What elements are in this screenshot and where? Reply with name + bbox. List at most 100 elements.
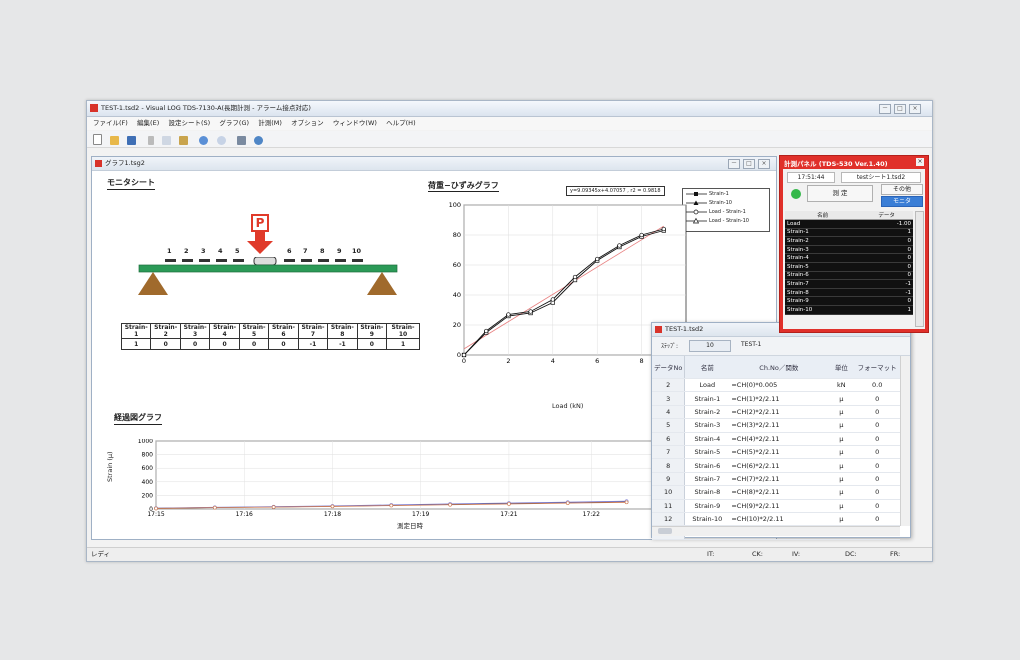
name-cell[interactable]: Strain-9 — [684, 499, 730, 513]
data-no-cell[interactable]: 4 — [652, 405, 686, 420]
menu-help[interactable]: ヘルプ(H) — [386, 117, 415, 130]
tsd-table-row[interactable]: 5 Strain-3 =CH(3)*2/2.11 μ 0 — [652, 418, 900, 433]
measure-button[interactable]: 測 定 — [807, 185, 873, 202]
paste-icon[interactable] — [179, 136, 189, 145]
cut-icon[interactable] — [147, 136, 154, 145]
scroll-thumb[interactable] — [658, 528, 672, 534]
tsd-table-row[interactable]: 6 Strain-4 =CH(4)*2/2.11 μ 0 — [652, 432, 900, 446]
open-folder-icon[interactable] — [110, 136, 120, 145]
menu-window[interactable]: ウィンドウ(W) — [333, 117, 377, 130]
name-cell[interactable]: Strain-7 — [684, 472, 730, 487]
graph-close-button[interactable]: × — [758, 159, 770, 169]
menu-options[interactable]: オプション — [291, 117, 324, 130]
tsd-table-row[interactable]: 4 Strain-2 =CH(2)*2/2.11 μ 0 — [652, 405, 900, 420]
function-cell[interactable]: =CH(5)*2/2.11 — [729, 445, 829, 460]
name-cell[interactable]: Strain-5 — [684, 445, 730, 460]
function-cell[interactable]: =CH(7)*2/2.11 — [729, 472, 829, 487]
unit-cell[interactable]: μ — [828, 472, 855, 487]
new-file-icon[interactable] — [93, 134, 102, 145]
name-cell[interactable]: Strain-10 — [684, 512, 730, 527]
format-cell[interactable]: 0 — [854, 432, 900, 446]
data-no-cell[interactable]: 5 — [652, 418, 686, 433]
unit-cell[interactable]: μ — [828, 391, 855, 406]
tsd-table-row[interactable]: 8 Strain-6 =CH(6)*2/2.11 μ 0 — [652, 458, 900, 473]
save-icon[interactable] — [127, 136, 137, 145]
unit-cell[interactable]: μ — [828, 458, 855, 473]
function-cell[interactable]: =CH(0)*0.005 — [729, 378, 829, 393]
format-cell[interactable]: 0 — [854, 499, 900, 513]
menu-settings-sheet[interactable]: 設定シート(S) — [168, 117, 210, 130]
minimize-button[interactable]: － — [879, 104, 891, 114]
unit-cell[interactable]: μ — [828, 485, 855, 500]
menu-graph[interactable]: グラフ(G) — [219, 117, 249, 130]
tsd-table-row[interactable]: 3 Strain-1 =CH(1)*2/2.11 μ 0 — [652, 391, 900, 406]
unit-cell[interactable]: μ — [828, 405, 855, 420]
function-cell[interactable]: =CH(8)*2/2.11 — [729, 485, 829, 500]
format-cell[interactable]: 0 — [854, 472, 900, 487]
format-cell[interactable]: 0 — [854, 512, 900, 527]
print-icon[interactable] — [236, 136, 246, 145]
name-cell[interactable]: Strain-6 — [684, 458, 730, 473]
copy-icon[interactable] — [161, 136, 171, 145]
tsd-table-row[interactable]: 7 Strain-5 =CH(5)*2/2.11 μ 0 — [652, 445, 900, 460]
function-cell[interactable]: =CH(2)*2/2.11 — [729, 405, 829, 420]
close-button[interactable]: × — [909, 104, 921, 114]
menu-edit[interactable]: 編集(E) — [137, 117, 159, 130]
format-cell[interactable]: 0 — [854, 458, 900, 473]
tsd-table-row[interactable]: 12 Strain-10 =CH(10)*2/2.11 μ 0 — [652, 512, 900, 527]
data-no-cell[interactable]: 9 — [652, 472, 686, 487]
redo-icon[interactable] — [216, 136, 226, 145]
tsd-horizontal-scrollbar[interactable] — [652, 526, 900, 536]
name-cell[interactable]: Load — [684, 378, 730, 393]
unit-cell[interactable]: μ — [828, 512, 855, 527]
tsd-table-row[interactable]: 11 Strain-9 =CH(9)*2/2.11 μ 0 — [652, 499, 900, 513]
format-cell[interactable]: 0 — [854, 445, 900, 460]
function-cell[interactable]: =CH(10)*2/2.11 — [729, 512, 829, 527]
data-no-cell[interactable]: 7 — [652, 445, 686, 460]
format-cell[interactable]: 0 — [854, 418, 900, 433]
tsd-table-row[interactable]: 9 Strain-7 =CH(7)*2/2.11 μ 0 — [652, 472, 900, 487]
graph-minimize-button[interactable]: － — [728, 159, 740, 169]
function-cell[interactable]: =CH(9)*2/2.11 — [729, 499, 829, 513]
tsd-table-row[interactable]: 10 Strain-8 =CH(8)*2/2.11 μ 0 — [652, 485, 900, 500]
tsd-vertical-scrollbar[interactable] — [900, 356, 910, 526]
unit-cell[interactable]: μ — [828, 499, 855, 513]
function-cell[interactable]: =CH(6)*2/2.11 — [729, 458, 829, 473]
function-cell[interactable]: =CH(1)*2/2.11 — [729, 391, 829, 406]
format-cell[interactable]: 0 — [854, 485, 900, 500]
name-cell[interactable]: Strain-3 — [684, 418, 730, 433]
format-cell[interactable]: 0 — [854, 405, 900, 420]
name-cell[interactable]: Strain-4 — [684, 432, 730, 446]
function-cell[interactable]: =CH(3)*2/2.11 — [729, 418, 829, 433]
unit-cell[interactable]: μ — [828, 445, 855, 460]
unit-cell[interactable]: kN — [828, 378, 855, 393]
menu-measure[interactable]: 計測(M) — [258, 117, 282, 130]
unit-cell[interactable]: μ — [828, 432, 855, 446]
other-button[interactable]: その他 — [881, 184, 923, 195]
format-cell[interactable]: 0 — [854, 391, 900, 406]
data-no-cell[interactable]: 8 — [652, 458, 686, 473]
maximize-button[interactable]: □ — [894, 104, 906, 114]
data-no-cell[interactable]: 11 — [652, 499, 686, 513]
step-value-field[interactable]: 10 — [689, 340, 731, 352]
graph-maximize-button[interactable]: □ — [743, 159, 755, 169]
data-no-cell[interactable]: 2 — [652, 378, 686, 393]
unit-cell[interactable]: μ — [828, 418, 855, 433]
panel-file[interactable]: testシート1.tsd2 — [841, 172, 921, 183]
name-cell[interactable]: Strain-1 — [684, 391, 730, 406]
data-no-cell[interactable]: 12 — [652, 512, 686, 527]
tsd-table-row[interactable]: 2 Load =CH(0)*0.005 kN 0.0 — [652, 378, 900, 393]
function-cell[interactable]: =CH(4)*2/2.11 — [729, 432, 829, 446]
settings-icon[interactable] — [254, 136, 264, 145]
data-no-cell[interactable]: 10 — [652, 485, 686, 500]
data-no-cell[interactable]: 3 — [652, 391, 686, 406]
name-cell[interactable]: Strain-2 — [684, 405, 730, 420]
panel-scrollbar[interactable] — [915, 211, 924, 327]
undo-icon[interactable] — [199, 136, 209, 145]
panel-close-button[interactable]: × — [916, 158, 924, 166]
monitor-button[interactable]: モニタ — [881, 196, 923, 207]
data-no-cell[interactable]: 6 — [652, 432, 686, 446]
format-cell[interactable]: 0.0 — [854, 378, 900, 393]
menu-file[interactable]: ファイル(F) — [93, 117, 128, 130]
name-cell[interactable]: Strain-8 — [684, 485, 730, 500]
